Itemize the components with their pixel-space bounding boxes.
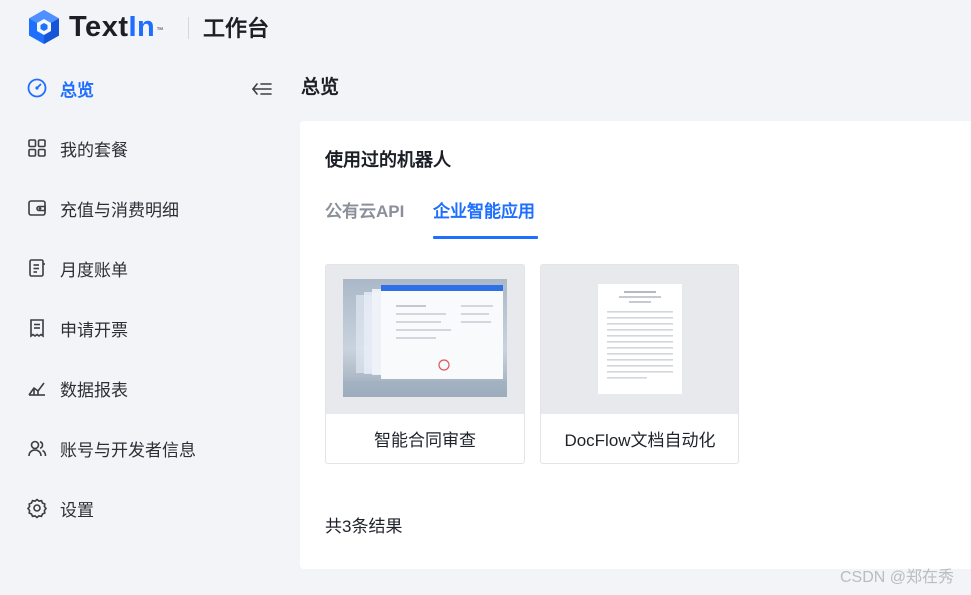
page: TextIn™ 工作台 总览 我的套餐 充值与消费明细 月度账单 申请开票 数据… xyxy=(0,0,971,595)
sidebar-item-label: 充值与消费明细 xyxy=(60,200,179,220)
sidebar-item-recharge[interactable]: 充值与消费明细 xyxy=(26,188,256,228)
sidebar-item-data-report[interactable]: 数据报表 xyxy=(26,368,256,408)
robot-card-label: 智能合同审查 xyxy=(326,413,524,463)
contract-review-thumbnail xyxy=(326,265,524,413)
sidebar-item-label: 总览 xyxy=(60,80,94,100)
top-header: TextIn™ 工作台 xyxy=(0,0,971,56)
sidebar-item-my-plan[interactable]: 我的套餐 xyxy=(26,128,256,168)
sidebar-item-account[interactable]: 账号与开发者信息 xyxy=(26,428,256,468)
bill-icon xyxy=(26,257,48,279)
page-title: 总览 xyxy=(301,77,340,98)
chart-icon xyxy=(26,377,48,399)
tab-enterprise-apps[interactable]: 企业智能应用 xyxy=(433,199,535,225)
sidebar-item-label: 月度账单 xyxy=(60,260,128,280)
workbench-title: 工作台 xyxy=(203,16,270,41)
used-robots-card: 使用过的机器人 公有云API 企业智能应用 智能合同审查 DocFlow文档自动… xyxy=(300,121,971,569)
textin-logo-icon[interactable] xyxy=(27,9,61,45)
dashboard-icon xyxy=(26,77,48,99)
brand-name[interactable]: TextIn™ xyxy=(69,9,164,45)
sidebar-item-label: 申请开票 xyxy=(60,320,128,340)
collapse-arrow-icon xyxy=(251,83,272,95)
docflow-thumbnail xyxy=(541,265,738,413)
header-divider xyxy=(188,17,189,39)
grid-icon xyxy=(26,137,48,159)
users-icon xyxy=(26,437,48,459)
collapse-sidebar-button[interactable] xyxy=(250,78,274,100)
tab-public-cloud-api[interactable]: 公有云API xyxy=(325,199,404,225)
card-title: 使用过的机器人 xyxy=(325,150,451,170)
sidebar-item-monthly-bill[interactable]: 月度账单 xyxy=(26,248,256,288)
result-count: 共3条结果 xyxy=(325,517,403,536)
sidebar-item-label: 数据报表 xyxy=(60,380,128,400)
sidebar-item-settings[interactable]: 设置 xyxy=(26,488,256,528)
watermark: CSDN @郑在秀 xyxy=(840,569,955,586)
robot-card-docflow[interactable]: DocFlow文档自动化 xyxy=(540,264,739,464)
sidebar-item-label: 账号与开发者信息 xyxy=(60,440,196,460)
sidebar-item-overview[interactable]: 总览 xyxy=(26,68,256,108)
gear-icon xyxy=(26,497,48,519)
sidebar-item-label: 设置 xyxy=(60,500,94,520)
robot-card-label: DocFlow文档自动化 xyxy=(541,413,738,463)
wallet-icon xyxy=(26,197,48,219)
sidebar-item-invoice[interactable]: 申请开票 xyxy=(26,308,256,348)
sidebar-item-label: 我的套餐 xyxy=(60,140,128,160)
active-tab-indicator xyxy=(433,236,538,239)
robot-card-contract-review[interactable]: 智能合同审查 xyxy=(325,264,525,464)
receipt-icon xyxy=(26,317,48,339)
